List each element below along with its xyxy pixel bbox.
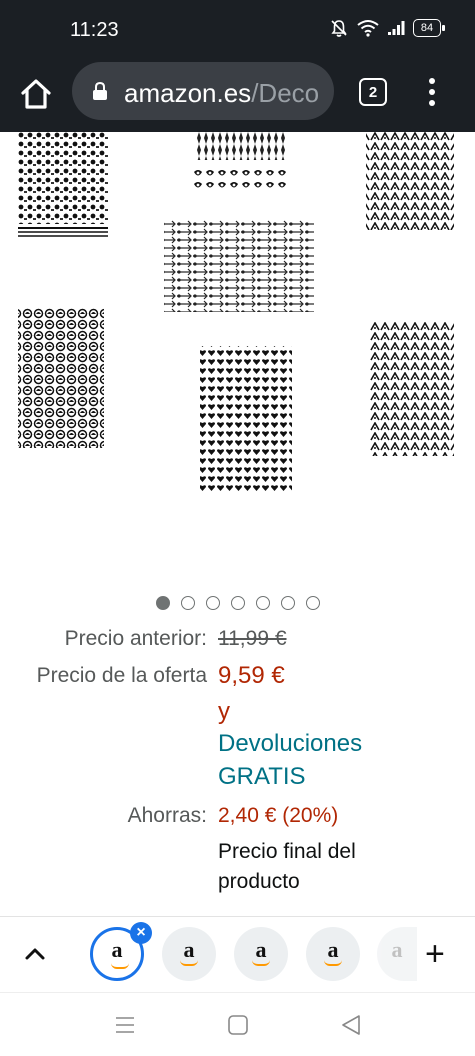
chevron-up-icon[interactable]: [24, 943, 46, 965]
system-nav-bar: [0, 992, 475, 1056]
mute-icon: [331, 20, 347, 37]
overflow-menu-icon[interactable]: [422, 74, 442, 110]
final-price-note-line1: Precio final del: [218, 840, 356, 863]
address-bar[interactable]: amazon.es/Deco: [72, 62, 334, 120]
tab-thumbnail[interactable]: a: [162, 927, 216, 981]
battery-indicator: 84: [413, 19, 445, 37]
tab-thumbnail[interactable]: a: [306, 927, 360, 981]
recents-menu-icon[interactable]: [114, 1015, 136, 1035]
amazon-logo-icon: a: [391, 937, 403, 962]
pagination-dot-1[interactable]: [155, 596, 170, 610]
tab-thumbnail-active[interactable]: a ×: [90, 922, 152, 981]
amazon-smile-icon: [252, 960, 270, 966]
tab-switcher-button[interactable]: 2: [359, 78, 387, 106]
tab-thumbnail-partial[interactable]: a: [377, 927, 417, 981]
tab-thumbnail[interactable]: a: [234, 927, 288, 981]
deal-y: y: [218, 698, 230, 725]
old-price-label: Precio anterior:: [64, 627, 207, 650]
savings-value: 2,40 € (20%): [218, 804, 339, 827]
pagination-dot-2[interactable]: [180, 596, 195, 610]
pagination-dot-6[interactable]: [280, 596, 295, 610]
free-returns-link-line1[interactable]: Devoluciones: [218, 730, 362, 758]
url-path: /Deco: [251, 78, 320, 108]
old-price: 11,99 €: [218, 627, 287, 650]
pagination-dot-5[interactable]: [255, 596, 270, 610]
back-triangle-icon[interactable]: [340, 1013, 362, 1037]
deal-price: 9,59 €: [218, 662, 285, 689]
status-bar: 11:23 84: [0, 0, 475, 60]
status-time: 11:23: [70, 19, 119, 41]
wifi-icon: [357, 20, 379, 37]
amazon-smile-icon: [180, 960, 198, 966]
deal-price-label: Precio de la oferta: [36, 664, 207, 687]
tab-strip: a × a a a a +: [0, 916, 475, 992]
product-image-sticker-sheets: [18, 132, 454, 494]
url-domain: amazon.es: [124, 78, 252, 108]
status-icons: 84: [329, 18, 445, 38]
savings-label: Ahorras:: [127, 804, 207, 827]
final-price-note-line2: producto: [218, 870, 300, 893]
image-pagination-dots[interactable]: [0, 596, 475, 610]
amazon-smile-icon: [324, 960, 342, 966]
amazon-smile-icon: [111, 963, 129, 969]
home-square-icon[interactable]: [227, 1014, 249, 1036]
url-text: amazon.es/Deco: [124, 78, 319, 109]
lock-icon: [93, 81, 107, 100]
close-tab-icon[interactable]: ×: [130, 922, 152, 944]
signal-icon: [388, 21, 405, 35]
new-tab-button[interactable]: +: [425, 937, 453, 971]
product-image-gallery[interactable]: [0, 132, 475, 582]
pagination-dot-4[interactable]: [230, 596, 245, 610]
browser-toolbar: amazon.es/Deco 2: [0, 60, 475, 132]
amazon-logo-icon: a: [111, 937, 123, 962]
free-returns-link-line2[interactable]: GRATIS: [218, 763, 306, 791]
home-icon[interactable]: [18, 76, 54, 112]
pagination-dot-3[interactable]: [205, 596, 220, 610]
pagination-dot-7[interactable]: [305, 596, 320, 610]
